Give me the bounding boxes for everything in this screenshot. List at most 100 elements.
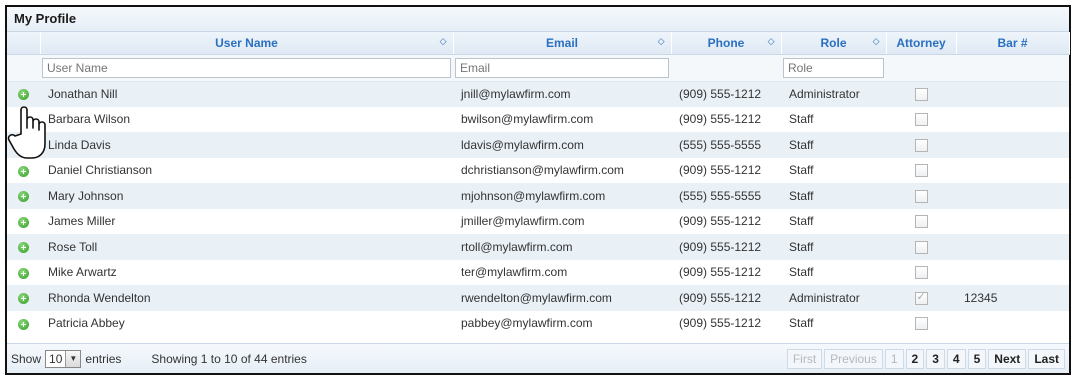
email-cell: rwendelton@mylawfirm.com xyxy=(453,285,671,311)
email-cell: dchristianson@mylawfirm.com xyxy=(453,157,671,183)
email-cell: bwilson@mylawfirm.com xyxy=(453,106,671,132)
bar-number-cell xyxy=(956,132,1069,158)
role-cell: Administrator xyxy=(781,81,886,107)
next-page-button[interactable]: Next xyxy=(988,349,1027,369)
sort-icon[interactable]: ◇ xyxy=(440,36,447,47)
attorney-cell xyxy=(886,157,956,183)
plus-circle-icon[interactable] xyxy=(18,318,29,330)
first-page-button[interactable]: First xyxy=(786,349,823,369)
sort-icon[interactable]: ◇ xyxy=(873,36,880,47)
plus-circle-icon[interactable] xyxy=(18,165,29,177)
column-header-email[interactable]: Email ◇ xyxy=(453,32,672,55)
page-button-1[interactable]: 1 xyxy=(884,349,904,369)
page-button-3[interactable]: 3 xyxy=(926,349,945,369)
attorney-checkbox[interactable] xyxy=(914,317,928,331)
attorney-checkbox[interactable] xyxy=(914,138,928,152)
column-header-role[interactable]: Role ◇ xyxy=(781,32,887,55)
page-size-select[interactable]: 10 ▼ xyxy=(45,349,82,368)
user-name-cell: Mike Arwartz xyxy=(40,259,453,285)
plus-circle-icon[interactable] xyxy=(18,191,29,203)
plus-circle-icon[interactable] xyxy=(18,267,29,279)
table-row[interactable]: Barbara Wilson bwilson@mylawfirm.com (909)… xyxy=(7,106,1069,132)
column-header-label: User Name xyxy=(215,35,278,50)
table-row[interactable]: Daniel Christianson dchristianson@mylawfi… xyxy=(7,157,1069,183)
last-page-button[interactable]: Last xyxy=(1028,349,1065,369)
table-row[interactable]: Mary Johnson mjohnson@mylawfirm.com (555) … xyxy=(7,183,1069,209)
previous-page-button[interactable]: Previous xyxy=(824,349,883,369)
user-name-filter-input[interactable] xyxy=(42,57,451,78)
phone-cell: (909) 555-1212 xyxy=(671,157,781,183)
filter-cell xyxy=(956,54,1069,82)
expand-cell[interactable] xyxy=(7,208,40,234)
page-button-4[interactable]: 4 xyxy=(946,349,966,369)
table-row[interactable]: Jonathan Nill jnill@mylawfirm.com (909) 55… xyxy=(7,81,1069,107)
attorney-checkbox[interactable] xyxy=(914,189,928,203)
table-row[interactable]: Rhonda Wendelton rwendelton@mylawfirm.com… xyxy=(7,285,1069,311)
attorney-cell xyxy=(886,310,956,336)
table-row[interactable]: James Miller jmiller@mylawfirm.com (909) 5… xyxy=(7,208,1069,234)
expand-column-header xyxy=(7,32,41,55)
email-cell: rtoll@mylawfirm.com xyxy=(453,234,671,260)
attorney-cell xyxy=(886,234,956,260)
filter-cell xyxy=(671,54,781,82)
page-button-5[interactable]: 5 xyxy=(967,349,987,369)
expand-cell[interactable] xyxy=(7,234,40,260)
attorney-checkbox[interactable] xyxy=(914,240,928,254)
phone-cell: (909) 555-1212 xyxy=(671,259,781,285)
column-header-user-name[interactable]: User Name ◇ xyxy=(40,32,454,55)
column-header-label: Attorney xyxy=(896,35,946,50)
profile-panel: My Profile User Name ◇ Email ◇ Phone ◇ R… xyxy=(5,5,1071,375)
expand-cell[interactable] xyxy=(7,310,40,336)
attorney-checkbox[interactable] xyxy=(914,215,928,229)
attorney-checkbox[interactable] xyxy=(914,164,928,178)
expand-cell[interactable] xyxy=(7,81,40,107)
table-row[interactable]: Linda Davis ldavis@mylawfirm.com (555) 555… xyxy=(7,132,1069,158)
expand-cell[interactable] xyxy=(7,157,40,183)
filter-cell xyxy=(886,54,956,82)
email-filter-input[interactable] xyxy=(455,57,669,78)
role-cell: Staff xyxy=(781,183,886,209)
bar-number-cell xyxy=(956,259,1069,285)
page-size-control: Show 10 ▼ entries xyxy=(11,349,121,368)
phone-cell: (909) 555-1212 xyxy=(671,310,781,336)
bar-number-cell xyxy=(956,183,1069,209)
plus-circle-icon[interactable] xyxy=(18,89,29,101)
sort-icon[interactable]: ◇ xyxy=(768,36,775,47)
user-name-cell: Barbara Wilson xyxy=(40,106,453,132)
filter-row xyxy=(7,54,1069,82)
table-row[interactable]: Mike Arwartz ter@mylawfirm.com (909) 555-1… xyxy=(7,259,1069,285)
bar-number-cell xyxy=(956,81,1069,107)
attorney-cell xyxy=(886,132,956,158)
column-header-bar[interactable]: Bar # xyxy=(956,32,1070,55)
sort-icon[interactable]: ◇ xyxy=(658,36,665,47)
role-cell: Staff xyxy=(781,132,886,158)
attorney-cell xyxy=(886,183,956,209)
phone-cell: (555) 555-5555 xyxy=(671,183,781,209)
table-row[interactable]: Patricia Abbey pabbey@mylawfirm.com (909) … xyxy=(7,310,1069,336)
column-header-phone[interactable]: Phone ◇ xyxy=(671,32,782,55)
plus-circle-icon[interactable] xyxy=(18,242,29,254)
phone-cell: (555) 555-5555 xyxy=(671,132,781,158)
user-name-cell: James Miller xyxy=(40,208,453,234)
table-row[interactable]: Rose Toll rtoll@mylawfirm.com (909) 555-12… xyxy=(7,234,1069,260)
expand-cell[interactable] xyxy=(7,132,40,158)
expand-cell[interactable] xyxy=(7,285,40,311)
column-header-attorney[interactable]: Attorney xyxy=(886,32,957,55)
plus-circle-icon[interactable] xyxy=(18,293,29,305)
user-name-cell: Rose Toll xyxy=(40,234,453,260)
expand-cell[interactable] xyxy=(7,259,40,285)
attorney-checkbox[interactable] xyxy=(914,113,928,127)
users-table: User Name ◇ Email ◇ Phone ◇ Role ◇ Attor… xyxy=(7,32,1070,336)
attorney-checkbox[interactable] xyxy=(914,266,928,280)
page-button-2[interactable]: 2 xyxy=(905,349,925,369)
expand-cell[interactable] xyxy=(7,183,40,209)
role-filter-input[interactable] xyxy=(783,57,884,78)
role-cell: Staff xyxy=(781,157,886,183)
email-cell: ter@mylawfirm.com xyxy=(453,259,671,285)
attorney-checkbox[interactable] xyxy=(914,290,928,305)
attorney-checkbox[interactable] xyxy=(914,88,928,102)
expand-cell[interactable] xyxy=(7,106,40,132)
column-header-label: Phone xyxy=(707,35,745,50)
chevron-down-icon: ▼ xyxy=(65,350,81,367)
plus-circle-icon[interactable] xyxy=(18,216,29,228)
